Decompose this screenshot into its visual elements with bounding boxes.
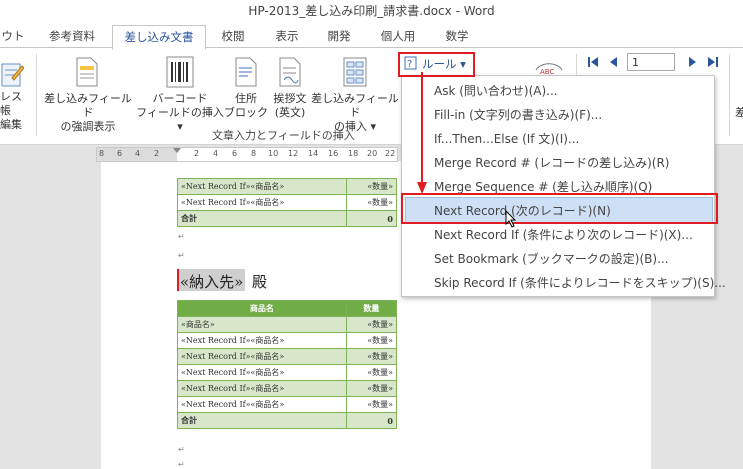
address-list-icon [1,63,24,87]
highlight-merge-fields-button[interactable]: 差し込みフィールド の強調表示 [40,92,136,134]
ribbon-cut-label: 差 [735,106,743,119]
tab-view[interactable]: 表示 [266,25,308,48]
barcode-icon [166,56,194,88]
indent-marker[interactable] [173,148,181,153]
menu-item-skip-record-if[interactable]: Skip Record If (条件によりレコードをスキップ)(S)... [434,274,726,291]
tab-developer[interactable]: 開発 [318,25,360,48]
address-block-button[interactable]: 住所 ブロック [222,92,270,120]
rules-dropdown-menu: Ask (問い合わせ)(A)... Fill-in (文字列の書き込み)(F).… [401,75,726,297]
table-row: «Next Record If»«商品名» «数量» [177,194,398,211]
honorific: 殿 [252,273,268,291]
table-header-row: 商品名 数量 [177,300,398,317]
edit-address-list-button[interactable]: レス帳 編集 [0,90,30,132]
table-total-row: 合計 0 [177,210,398,227]
table-row: «Next Record If»«商品名» «数量» [177,380,398,397]
addressee-field[interactable]: «納入先» [180,271,243,292]
menu-item-set-bookmark[interactable]: Set Bookmark (ブックマークの設定)(B)... [434,250,669,267]
rules-red-highlight [398,52,475,77]
table-row: «Next Record If»«商品名» «数量» [177,332,398,349]
table-total-row: 合計 0 [177,412,398,429]
tab-review[interactable]: 校閲 [212,25,254,48]
red-arrow-annotation [417,72,427,194]
greeting-line-button[interactable]: 挨拶文 (英文) [266,92,314,120]
record-number-input[interactable]: 1 [627,53,675,71]
table-row: «Next Record If»«商品名» «数量» [177,348,398,365]
table-row: «Next Record If»«商品名» «数量» [177,178,398,195]
table-row: «Next Record If»«商品名» «数量» [177,396,398,413]
previous-record-icon[interactable] [606,55,620,69]
tab-references[interactable]: 参考資料 [40,25,104,48]
insert-merge-field-icon [343,57,367,87]
last-record-icon[interactable] [706,55,720,69]
top-items-table: «Next Record If»«商品名» «数量» «Next Record I… [177,178,398,227]
next-record-red-highlight [401,193,718,224]
highlight-fields-icon [76,57,98,87]
address-block-icon [235,57,257,87]
menu-item-fill-in[interactable]: Fill-in (文字列の書き込み)(F)... [434,106,602,123]
tab-mailings[interactable]: 差し込み文書 [112,25,206,50]
ribbon-tabs: ウト 参考資料 差し込み文書 校閲 表示 開発 個人用 数学 [0,22,743,50]
tab-personal[interactable]: 個人用 [372,25,424,48]
menu-item-ask[interactable]: Ask (問い合わせ)(A)... [434,82,558,99]
table-row: «Next Record If»«商品名» «数量» [177,364,398,381]
tab-math[interactable]: 数学 [436,25,478,48]
menu-item-next-record-if[interactable]: Next Record If (条件により次のレコード)(X)... [434,226,693,243]
tab-layout[interactable]: ウト [0,25,26,48]
greeting-line-icon [279,57,301,87]
group-label: 文章入力とフィールドの挿入 [212,129,355,142]
first-record-icon[interactable] [586,55,600,69]
items-table: 商品名 数量 «商品名» «数量» «Next Record If»«商品名» «数量… [177,300,398,429]
horizontal-ruler[interactable]: 8 6 4 2 2 4 6 8 10 12 14 16 18 20 22 [96,147,398,162]
table-row: «商品名» «数量» [177,316,398,333]
menu-item-if-then-else[interactable]: If...Then...Else (If 文)(I)... [434,130,579,147]
menu-item-merge-record[interactable]: Merge Record # (レコードの差し込み)(R) [434,154,669,171]
next-record-icon[interactable] [686,55,700,69]
mouse-cursor-icon [505,210,517,228]
window-title: HP-2013_差し込み印刷_請求書.docx - Word [0,0,743,22]
